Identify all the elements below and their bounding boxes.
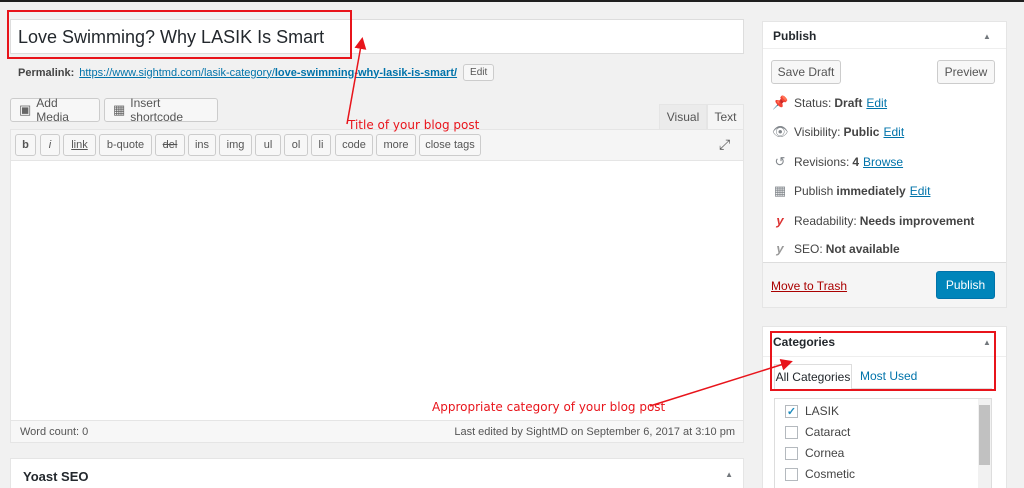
- annotation-arrows: [346, 37, 793, 407]
- title-arrow: [346, 37, 367, 125]
- category-arrow: [649, 358, 793, 407]
